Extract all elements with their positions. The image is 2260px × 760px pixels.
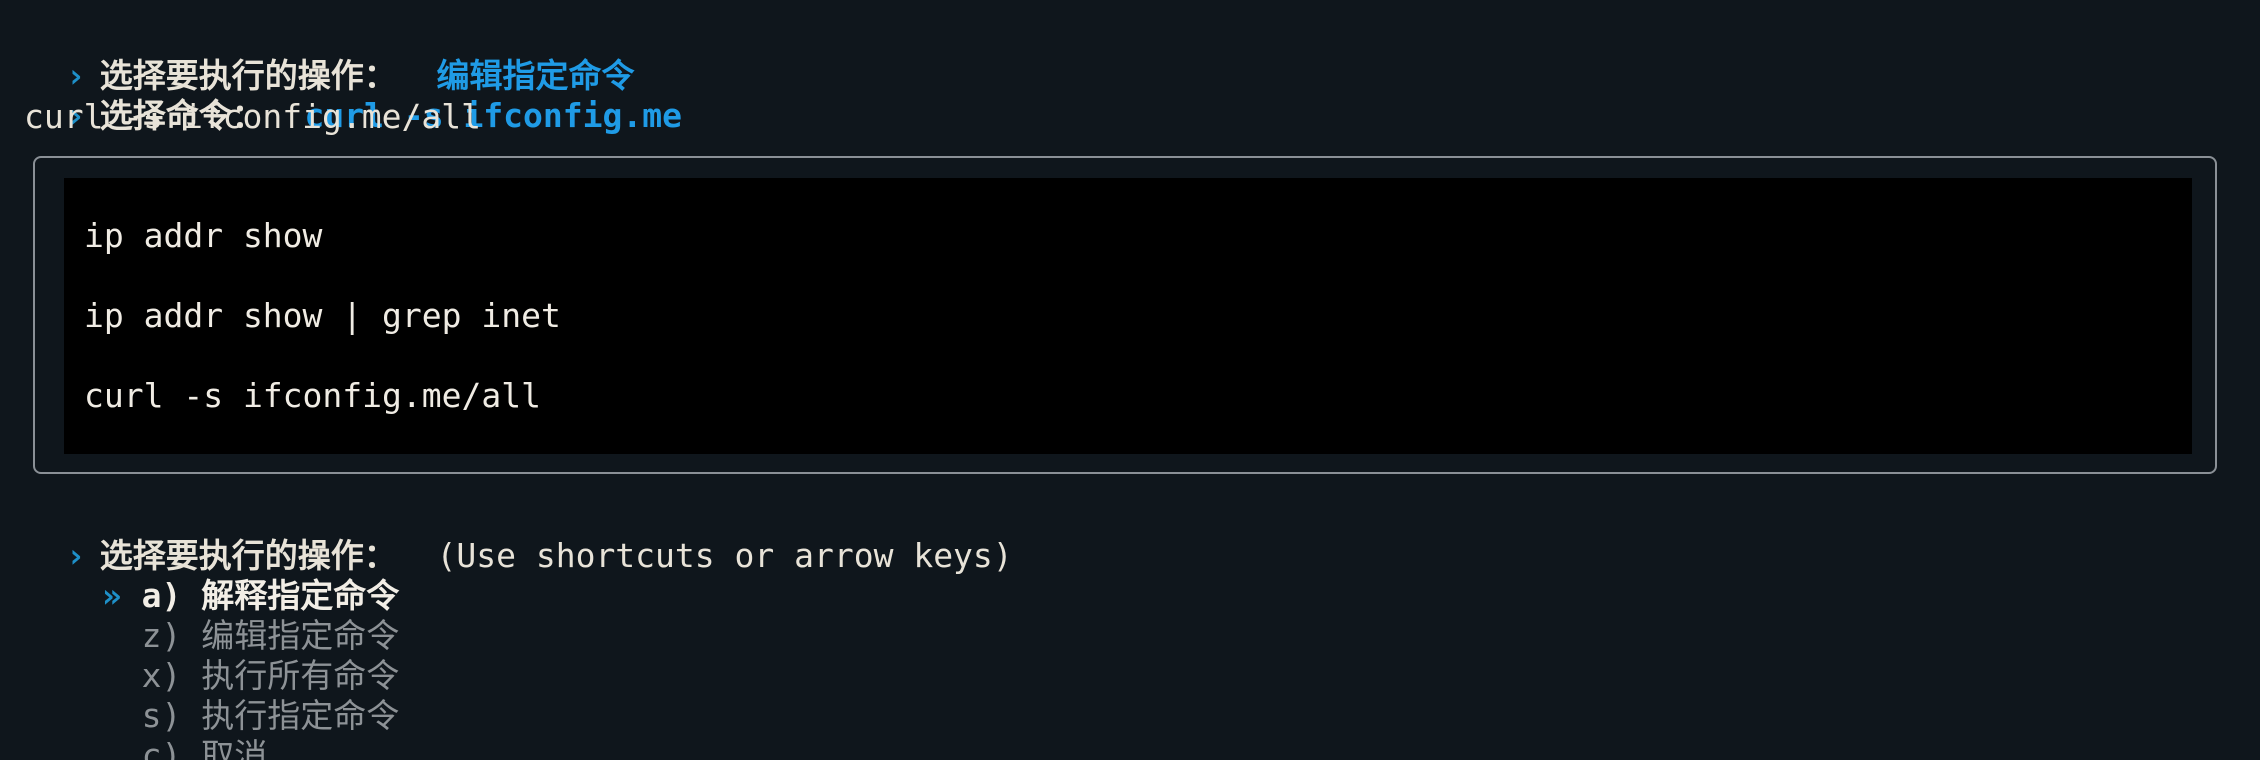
history-prompt-command: › 选择命令： curl -s ifconfig.me	[26, 56, 682, 135]
command-panel-content: ip addr show ip addr show | grep inet cu…	[64, 178, 2192, 454]
command-panel: ip addr show ip addr show | grep inet cu…	[33, 156, 2217, 474]
panel-command-line: ip addr show	[84, 216, 323, 255]
menu-item-run-selected[interactable]: s) 执行指定命令	[26, 656, 400, 735]
current-prompt: › 选择要执行的操作： (Use shortcuts or arrow keys)	[26, 496, 1013, 575]
menu-item-cancel[interactable]: c) 取消	[26, 696, 268, 760]
menu-item-run-all[interactable]: x) 执行所有命令	[26, 616, 400, 695]
menu-item-label: c) 取消	[141, 736, 268, 760]
echo-line: curl -s ifconfig.me/all	[24, 97, 481, 136]
panel-command-line: ip addr show | grep inet	[84, 296, 561, 335]
menu-item-explain[interactable]: » a) 解释指定命令	[26, 536, 399, 615]
panel-command-line: curl -s ifconfig.me/all	[84, 376, 541, 415]
menu-item-edit[interactable]: z) 编辑指定命令	[26, 576, 400, 655]
history-prompt-action: › 选择要执行的操作： 编辑指定命令	[26, 16, 635, 95]
prompt-hint: (Use shortcuts or arrow keys)	[436, 536, 1013, 575]
